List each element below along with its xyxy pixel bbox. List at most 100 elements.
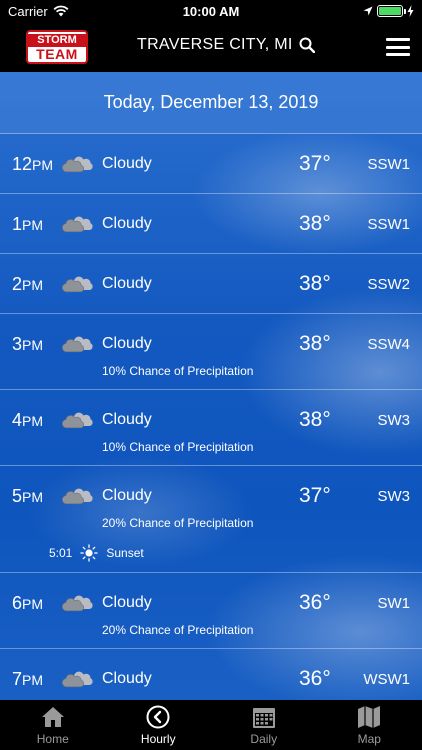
hour-number: 2 — [12, 273, 23, 294]
clock-back-icon — [146, 705, 170, 729]
hourly-row[interactable]: 3PM Cloudy 38° SSW4 10% Chance of Precipitat… — [0, 314, 422, 390]
cloudy-icon — [62, 213, 94, 235]
precip-chance: 20% Chance of Precipitation — [102, 516, 254, 530]
hour-label: 1PM — [12, 214, 62, 235]
tab-map-label: Map — [357, 732, 381, 746]
hour-number: 6 — [12, 592, 23, 613]
cloudy-icon — [62, 273, 94, 295]
temperature: 38° — [299, 272, 331, 295]
calendar-icon — [252, 708, 275, 728]
status-right — [363, 5, 414, 17]
hourly-list: 12PM Cloudy 37° SSW1 1PM Cloudy 38° SSW1 2PM Clou… — [0, 134, 422, 700]
charging-bolt-icon — [407, 5, 414, 17]
date-header: Today, December 13, 2019 — [0, 72, 422, 134]
wind: SSW1 — [367, 155, 410, 173]
temperature: 36° — [299, 667, 331, 690]
hourly-row[interactable]: 1PM Cloudy 38° SSW1 — [0, 194, 422, 254]
wind: SW1 — [377, 594, 410, 612]
hourly-row-main: 12PM Cloudy 37° SSW1 — [12, 134, 410, 194]
hourly-row-main: 2PM Cloudy 38° SSW2 — [12, 254, 410, 314]
hour-label: 6PM — [12, 593, 62, 614]
hour-ampm: PM — [22, 671, 44, 688]
hour-number: 4 — [12, 409, 23, 430]
precip-chance: 10% Chance of Precipitation — [102, 440, 254, 454]
wind: SSW2 — [367, 275, 410, 293]
hour-ampm: PM — [32, 156, 54, 173]
condition-label: Cloudy — [102, 335, 152, 352]
storm-team-logo[interactable]: STORM TEAM — [26, 30, 88, 64]
cloudy-icon — [62, 153, 94, 175]
home-icon — [41, 707, 64, 727]
tab-map[interactable]: Map — [317, 700, 422, 750]
wind: SSW1 — [367, 215, 410, 233]
hourly-row[interactable]: 4PM Cloudy 38° SW3 10% Chance of Precipitati… — [0, 390, 422, 466]
wind: SSW4 — [367, 335, 410, 353]
condition-label: Cloudy — [102, 275, 152, 292]
condition-label: Cloudy — [102, 215, 152, 232]
hourly-forecast-panel[interactable]: Today, December 13, 2019 12PM Cloudy 37° SS… — [0, 72, 422, 700]
condition-label: Cloudy — [102, 670, 152, 687]
tab-home-label: Home — [36, 732, 69, 746]
cloudy-icon — [62, 592, 94, 614]
hourly-row[interactable]: 6PM Cloudy 36° SW1 20% Chance of Precipitati… — [0, 573, 422, 649]
hour-number: 12 — [12, 153, 33, 174]
condition-label: Cloudy — [102, 155, 152, 172]
cloudy-icon — [62, 668, 94, 690]
hour-label: 7PM — [12, 669, 62, 690]
location-label: TRAVERSE CITY, MI — [137, 36, 293, 53]
cloudy-icon — [62, 409, 94, 431]
wind: SW3 — [377, 487, 410, 505]
hour-ampm: PM — [22, 595, 44, 612]
tab-daily[interactable]: Daily — [211, 700, 317, 750]
wifi-icon — [53, 5, 69, 17]
precip-chance: 20% Chance of Precipitation — [102, 623, 254, 637]
temperature: 38° — [299, 408, 331, 431]
hour-label: 4PM — [12, 410, 62, 431]
tab-hourly[interactable]: Hourly — [106, 700, 212, 750]
hourly-row-main: 7PM Cloudy 36° WSW1 — [12, 649, 410, 700]
wind: WSW1 — [363, 670, 410, 688]
wind: SW3 — [377, 411, 410, 429]
temperature: 37° — [299, 484, 331, 507]
hour-label: 5PM — [12, 486, 62, 507]
carrier-label: Carrier — [8, 3, 48, 19]
hour-label: 3PM — [12, 334, 62, 355]
cloudy-icon — [62, 485, 94, 507]
tab-daily-label: Daily — [250, 732, 278, 746]
location-selector[interactable]: TRAVERSE CITY, MI — [137, 36, 315, 54]
temperature: 38° — [299, 332, 331, 355]
hourly-row[interactable]: 2PM Cloudy 38° SSW2 — [0, 254, 422, 314]
precip-chance: 10% Chance of Precipitation — [102, 364, 254, 378]
condition-label: Cloudy — [102, 411, 152, 428]
search-icon[interactable] — [299, 37, 315, 53]
hourly-row[interactable]: 5PM Cloudy 37° SW3 20% Chance of Precipitati… — [0, 466, 422, 573]
sunset-label: Sunset — [106, 546, 144, 560]
cloudy-icon — [62, 333, 94, 355]
hour-ampm: PM — [22, 488, 44, 505]
condition-label: Cloudy — [102, 594, 152, 611]
sun-icon — [80, 544, 99, 562]
tab-bar: Home Hourly Daily Map — [0, 700, 422, 750]
tab-home[interactable]: Home — [0, 700, 106, 750]
condition-label: Cloudy — [102, 487, 152, 504]
temperature: 38° — [299, 212, 331, 235]
hour-ampm: PM — [22, 276, 44, 293]
battery-icon — [377, 5, 406, 17]
battery-fill — [379, 7, 401, 15]
hour-label: 2PM — [12, 274, 62, 295]
hour-ampm: PM — [22, 336, 44, 353]
app-header: STORM TEAM TRAVERSE CITY, MI — [0, 22, 422, 72]
sunset-line: 5:01 Sunset — [49, 544, 144, 562]
hourly-row-main: 1PM Cloudy 38° SSW1 — [12, 194, 410, 254]
hamburger-menu-icon[interactable] — [386, 38, 410, 56]
hourly-row[interactable]: 12PM Cloudy 37° SSW1 — [0, 134, 422, 194]
logo-line-2: TEAM — [36, 45, 78, 62]
hour-number: 7 — [12, 668, 23, 689]
logo-line-1: STORM — [28, 33, 86, 47]
location-arrow-icon — [363, 6, 373, 16]
hour-ampm: PM — [22, 412, 44, 429]
status-bar: Carrier 10:00 AM — [0, 0, 422, 22]
hour-number: 5 — [12, 485, 23, 506]
tab-hourly-label: Hourly — [140, 732, 176, 746]
hourly-row[interactable]: 7PM Cloudy 36° WSW1 — [0, 649, 422, 700]
